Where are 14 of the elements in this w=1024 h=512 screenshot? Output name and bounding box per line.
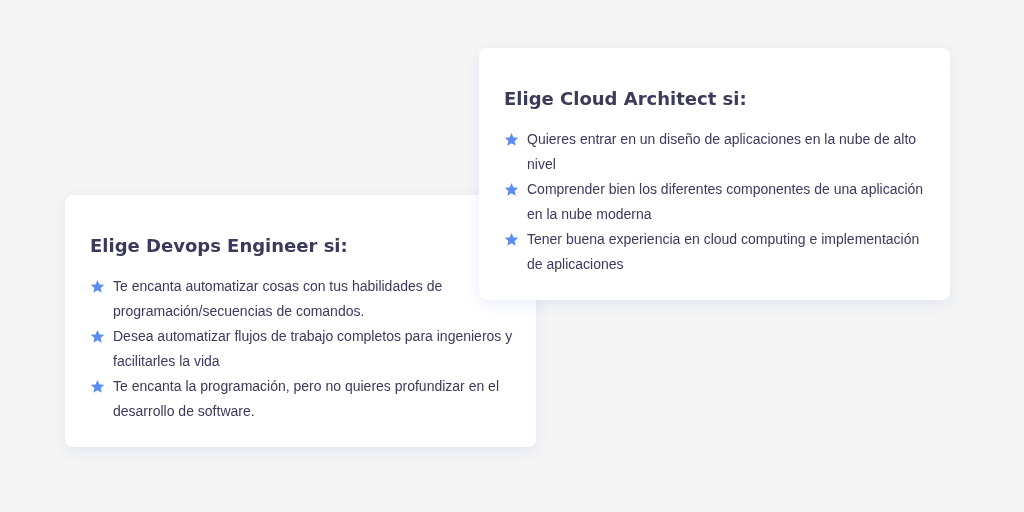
star-icon [90, 329, 105, 344]
list-item-text: Tener buena experiencia en cloud computing e implementación de aplicaciones [527, 230, 921, 274]
list-item-text: Te encanta la programación, pero no quieres profundizar en el desarrollo de software. [113, 377, 501, 421]
star-icon [90, 279, 105, 294]
list-item-text: Quieres entrar en un diseño de aplicaciones en la nube de alto nivel [527, 130, 918, 174]
list-item-text: Comprender bien los diferentes componentes de una aplicación en la nube moderna [527, 180, 925, 224]
star-icon [504, 182, 519, 197]
star-icon [504, 232, 519, 247]
star-icon [90, 379, 105, 394]
list-item-text: Desea automatizar flujos de trabajo completos para ingenieros y facilitarles la vida [113, 327, 514, 371]
star-icon [504, 132, 519, 147]
card-title: Elige Devops Engineer si: [90, 235, 348, 256]
list-item-text: Te encanta automatizar cosas con tus habilidades de programación/secuencias de comandos. [113, 277, 444, 321]
card-title: Elige Cloud Architect si: [504, 88, 747, 109]
